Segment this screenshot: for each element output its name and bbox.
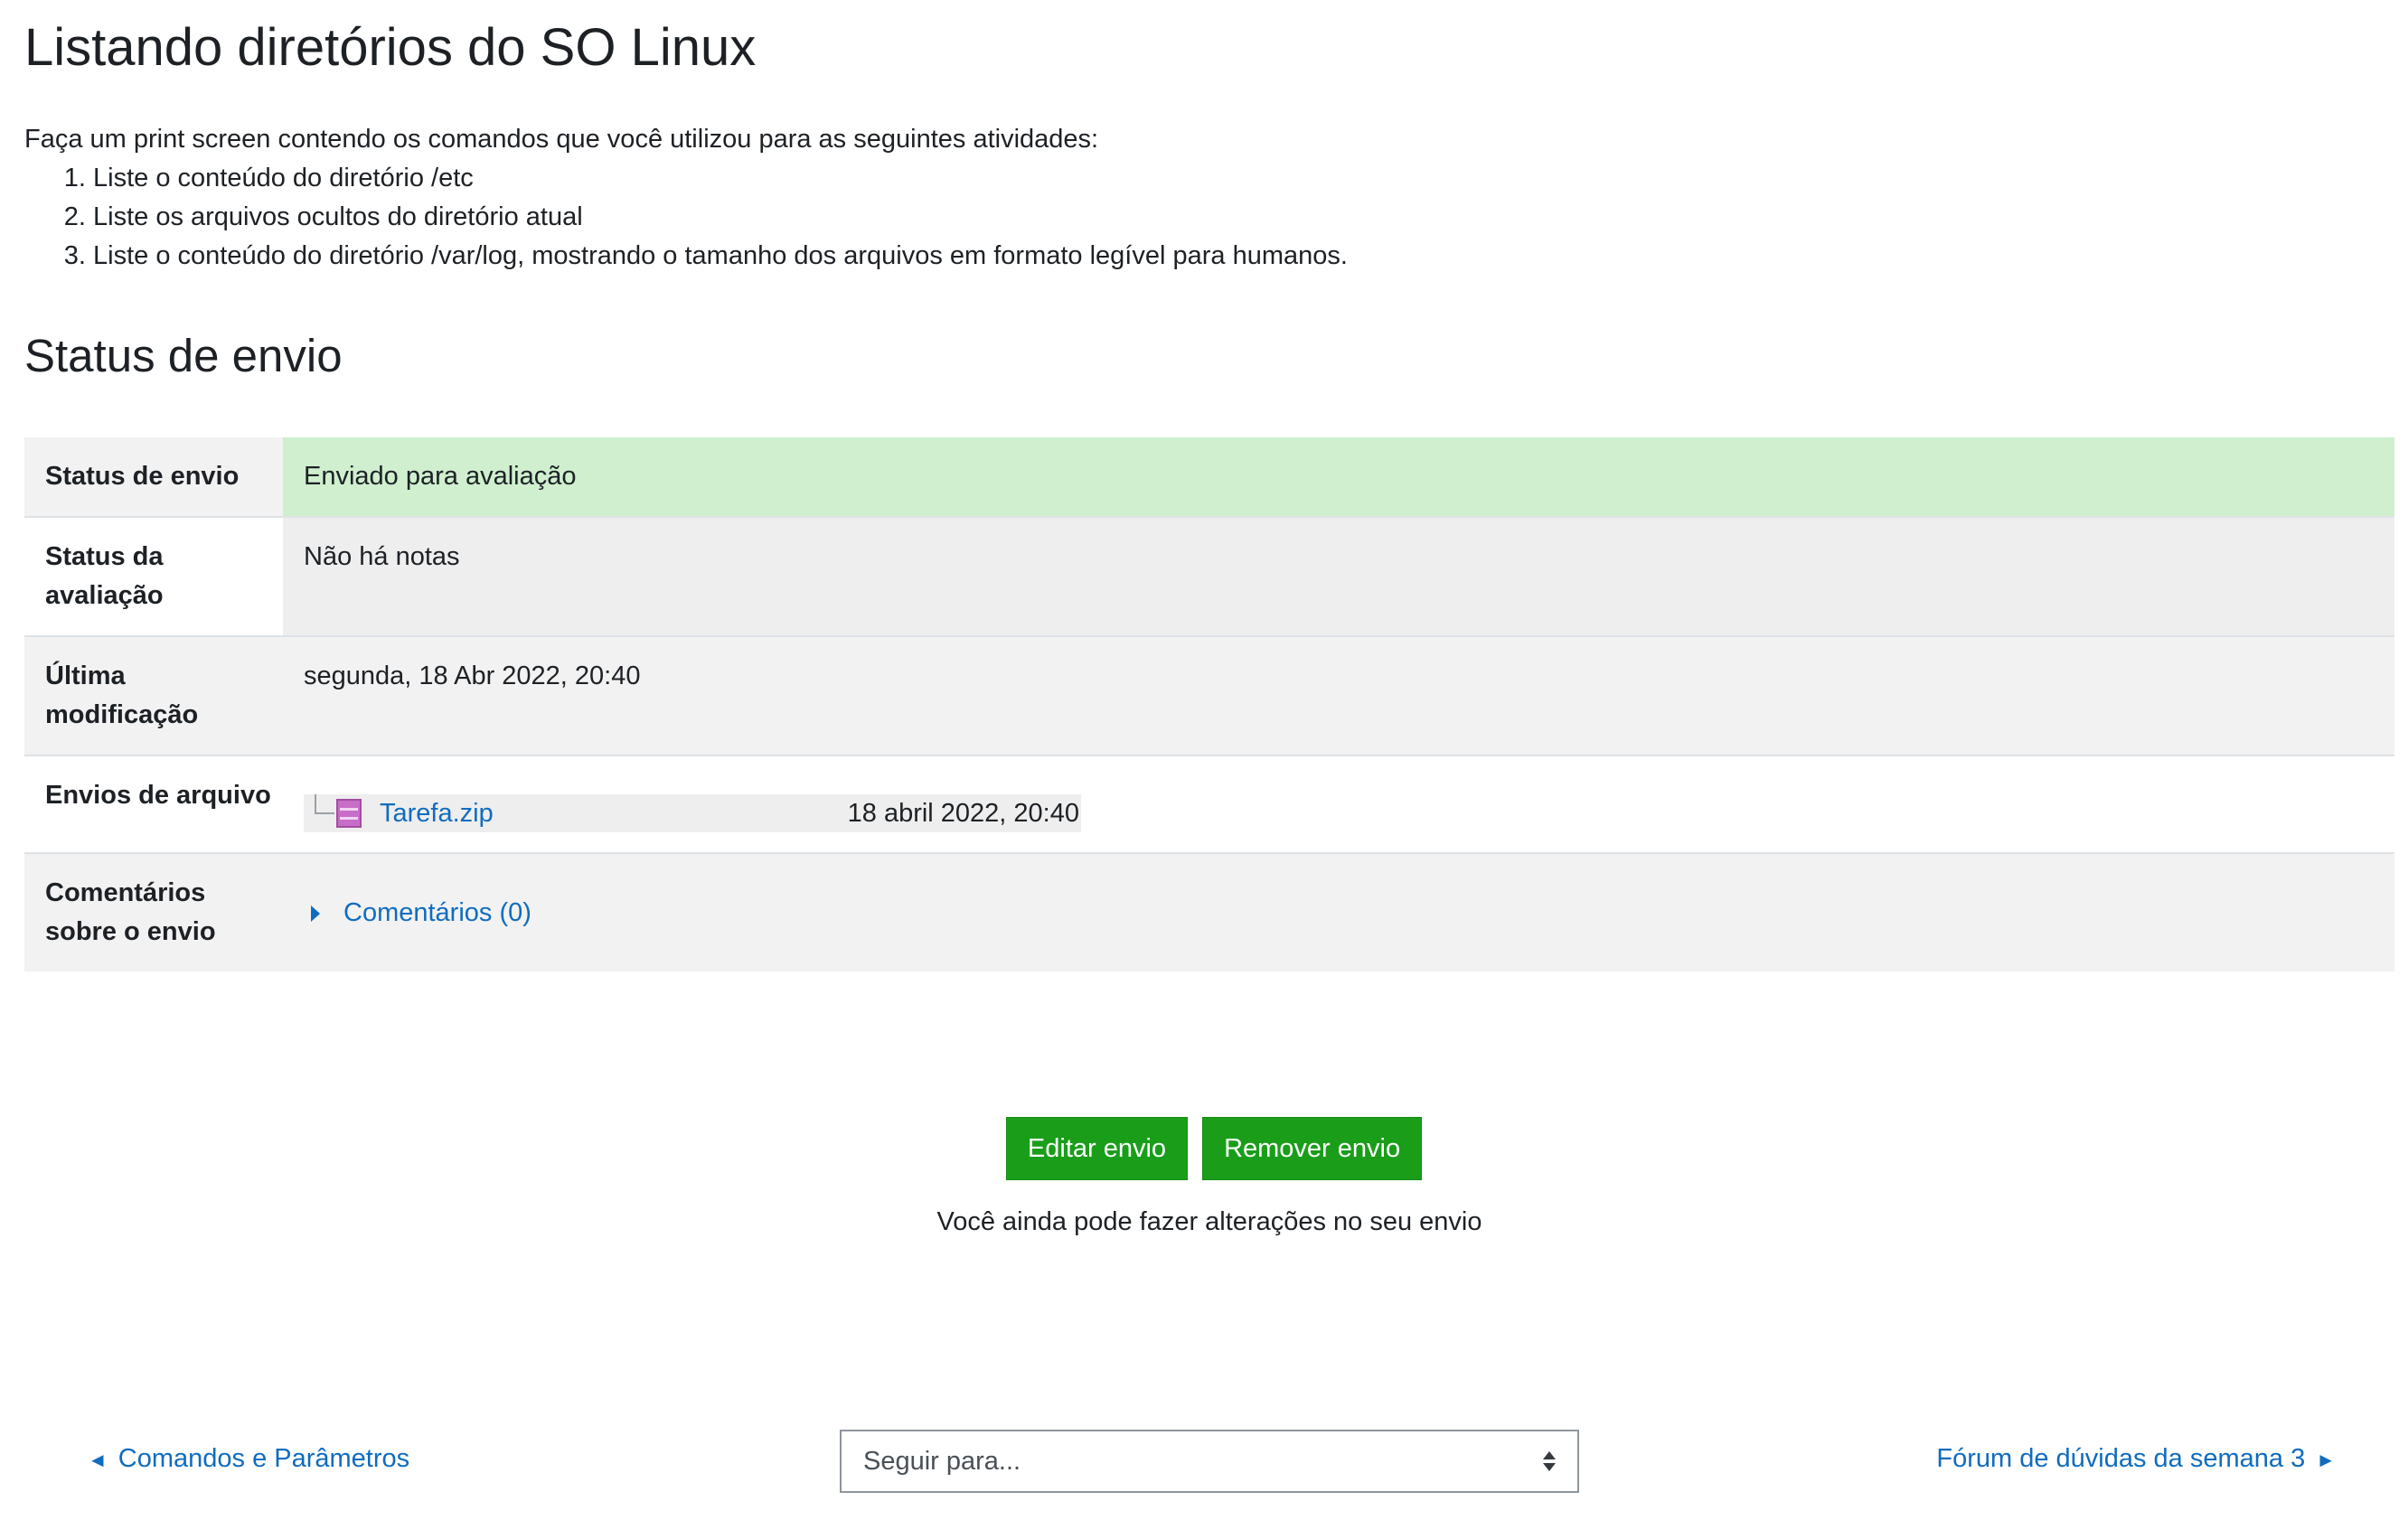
last-modified-value: segunda, 18 Abr 2022, 20:40: [283, 636, 2394, 755]
row-label: Última modificação: [24, 636, 283, 755]
row-label: Comentários sobre o envio: [24, 853, 283, 971]
row-label: Status da avaliação: [24, 517, 283, 636]
edit-submission-button[interactable]: Editar envio: [1005, 1117, 1189, 1180]
zip-archive-icon: [336, 799, 362, 828]
table-row: Última modificação segunda, 18 Abr 2022,…: [24, 636, 2394, 755]
intro-lead: Faça um print screen contendo os comando…: [24, 125, 1099, 154]
remove-submission-button[interactable]: Remover envio: [1202, 1117, 1423, 1180]
comments-link[interactable]: Comentários (0): [343, 894, 531, 933]
file-item: Tarefa.zip 18 abril 2022, 20:40: [304, 794, 1081, 832]
row-label: Status de envio: [24, 437, 283, 517]
arrow-right-icon: ►: [2316, 1449, 2336, 1471]
activity-navigation: ◄ Comandos e Parâmetros Seguir para... Fó…: [24, 1430, 2394, 1493]
file-date: 18 abril 2022, 20:40: [847, 798, 1079, 828]
comments-cell: Comentários (0): [283, 853, 2394, 971]
select-arrows-icon: [1543, 1450, 1556, 1475]
activity-item: Liste o conteúdo do diretório /var/log, …: [93, 237, 1348, 276]
activity-item: Liste o conteúdo do diretório /etc: [93, 159, 1348, 198]
status-section-title: Status de envio: [24, 330, 343, 381]
assignment-intro: Faça um print screen contendo os comando…: [24, 120, 1348, 276]
submission-status-value: Enviado para avaliação: [283, 437, 2394, 517]
next-activity-link[interactable]: Fórum de dúvidas da semana 3 ►: [1936, 1444, 2347, 1474]
activity-item: Liste os arquivos ocultos do diretório a…: [93, 198, 1348, 237]
table-row: Status da avaliação Não há notas: [24, 517, 2394, 636]
page-title: Listando diretórios do SO Linux: [24, 18, 757, 77]
file-link[interactable]: Tarefa.zip: [380, 794, 494, 833]
arrow-left-icon: ◄: [88, 1449, 108, 1471]
previous-activity-link[interactable]: ◄ Comandos e Parâmetros: [77, 1444, 409, 1474]
submission-helper-text: Você ainda pode fazer alterações no seu …: [936, 1207, 1482, 1236]
tree-branch-icon: [315, 794, 334, 814]
submission-actions: Editar envio Remover envio: [24, 1117, 2394, 1180]
next-activity-label: Fórum de dúvidas da semana 3: [1936, 1444, 2306, 1473]
submission-status-table: Status de envio Enviado para avaliação S…: [24, 437, 2394, 971]
jump-to-select[interactable]: Seguir para...: [840, 1430, 1579, 1493]
previous-activity-label: Comandos e Parâmetros: [118, 1444, 410, 1473]
caret-right-icon[interactable]: [311, 905, 320, 922]
grading-status-value: Não há notas: [283, 517, 2394, 636]
file-submissions-cell: Tarefa.zip 18 abril 2022, 20:40: [283, 755, 2394, 853]
jump-to-placeholder: Seguir para...: [863, 1446, 1021, 1476]
activity-list: Liste o conteúdo do diretório /etc Liste…: [24, 159, 1348, 276]
row-label: Envios de arquivo: [24, 755, 283, 853]
table-row: Envios de arquivo Tarefa.zip 18 abril 20…: [24, 755, 2394, 853]
comments-toggle[interactable]: Comentários (0): [304, 894, 2374, 933]
table-row: Status de envio Enviado para avaliação: [24, 437, 2394, 517]
table-row: Comentários sobre o envio Comentários (0…: [24, 853, 2394, 971]
